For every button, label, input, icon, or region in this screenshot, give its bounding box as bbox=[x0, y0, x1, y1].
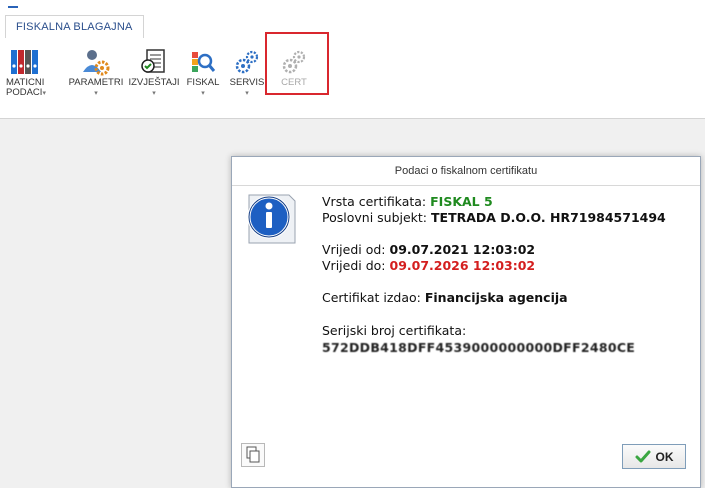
valid-from-value: 09.07.2021 12:03:02 bbox=[389, 242, 536, 257]
valid-to-label: Vrijedi do: bbox=[322, 258, 386, 273]
servis-button[interactable]: SERVIS ▾ bbox=[228, 42, 266, 98]
subject-row: Poslovni subjekt: TETRADA D.O.O. HR71984… bbox=[322, 210, 666, 225]
cert-type-label: Vrsta certifikata: bbox=[322, 194, 427, 209]
chevron-down-icon: ▾ bbox=[152, 90, 156, 97]
valid-from-label: Vrijedi od: bbox=[322, 242, 386, 257]
parametri-button[interactable]: PARAMETRI ▾ bbox=[66, 42, 126, 98]
maticni-label-text: PODACI bbox=[6, 87, 43, 98]
fiskal-button[interactable]: FISKAL ▾ bbox=[186, 42, 220, 98]
ribbon-tab-bar: FISKALNA BLAGAJNA bbox=[0, 12, 705, 40]
ribbon: MATICNI PODACI▾ PARAMETRI ▾ IZVJEŠTAJI ▾… bbox=[0, 38, 705, 119]
binders-icon bbox=[11, 50, 38, 74]
cert-type-row: Vrsta certifikata: FISKAL 5 bbox=[322, 194, 493, 209]
izvjestaji-button[interactable]: IZVJEŠTAJI ▾ bbox=[128, 42, 180, 98]
fiscal-search-icon bbox=[192, 52, 216, 72]
valid-to-row: Vrijedi do: 09.07.2026 12:03:02 bbox=[322, 258, 535, 273]
ok-label: OK bbox=[655, 449, 674, 464]
izvjestaji-label: IZVJEŠTAJI bbox=[128, 77, 180, 88]
chevron-down-icon: ▾ bbox=[94, 90, 98, 97]
servis-label: SERVIS bbox=[229, 77, 265, 88]
dialog-title: Podaci o fiskalnom certifikatu bbox=[232, 157, 700, 186]
valid-from-row: Vrijedi od: 09.07.2021 12:03:02 bbox=[322, 242, 535, 257]
tab-fiskalna-blagajna[interactable]: FISKALNA BLAGAJNA bbox=[5, 15, 144, 40]
checkmark-icon bbox=[635, 450, 650, 462]
cert-type-value: FISKAL 5 bbox=[430, 194, 493, 209]
title-dash bbox=[8, 6, 18, 8]
issuer-label: Certifikat izdao: bbox=[322, 290, 421, 305]
dialog-body: Vrsta certifikata: FISKAL 5 Poslovni sub… bbox=[232, 186, 698, 486]
valid-to-value: 09.07.2026 12:03:02 bbox=[389, 258, 536, 273]
chevron-down-icon: ▾ bbox=[42, 90, 46, 97]
cert-highlight-box bbox=[265, 32, 329, 95]
info-icon bbox=[247, 194, 296, 244]
parametri-label: PARAMETRI bbox=[68, 77, 124, 88]
serial-value: 572DDB418DFF4539000000000DFF2480CE bbox=[322, 340, 636, 355]
certificate-dialog: Podaci o fiskalnom certifikatu Vrsta cer… bbox=[231, 156, 701, 488]
copy-button[interactable] bbox=[241, 443, 265, 467]
chevron-down-icon: ▾ bbox=[245, 90, 249, 97]
report-icon bbox=[141, 49, 165, 73]
copy-icon bbox=[246, 446, 260, 463]
subject-value: TETRADA D.O.O. HR71984571494 bbox=[431, 210, 666, 225]
fiskal-label: FISKAL bbox=[186, 77, 220, 88]
maticni-label-line2: PODACI▾ bbox=[6, 87, 46, 99]
chevron-down-icon: ▾ bbox=[201, 90, 205, 97]
issuer-row: Certifikat izdao: Financijska agencija bbox=[322, 290, 568, 305]
gears-icon bbox=[235, 50, 259, 74]
ok-button[interactable]: OK bbox=[622, 444, 686, 469]
user-settings-icon bbox=[83, 50, 110, 76]
issuer-value: Financijska agencija bbox=[424, 290, 568, 305]
title-strip bbox=[0, 0, 705, 12]
serial-label: Serijski broj certifikata: bbox=[322, 323, 467, 338]
subject-label: Poslovni subjekt: bbox=[322, 210, 428, 225]
maticni-podaci-button[interactable]: MATICNI PODACI▾ bbox=[6, 42, 46, 99]
